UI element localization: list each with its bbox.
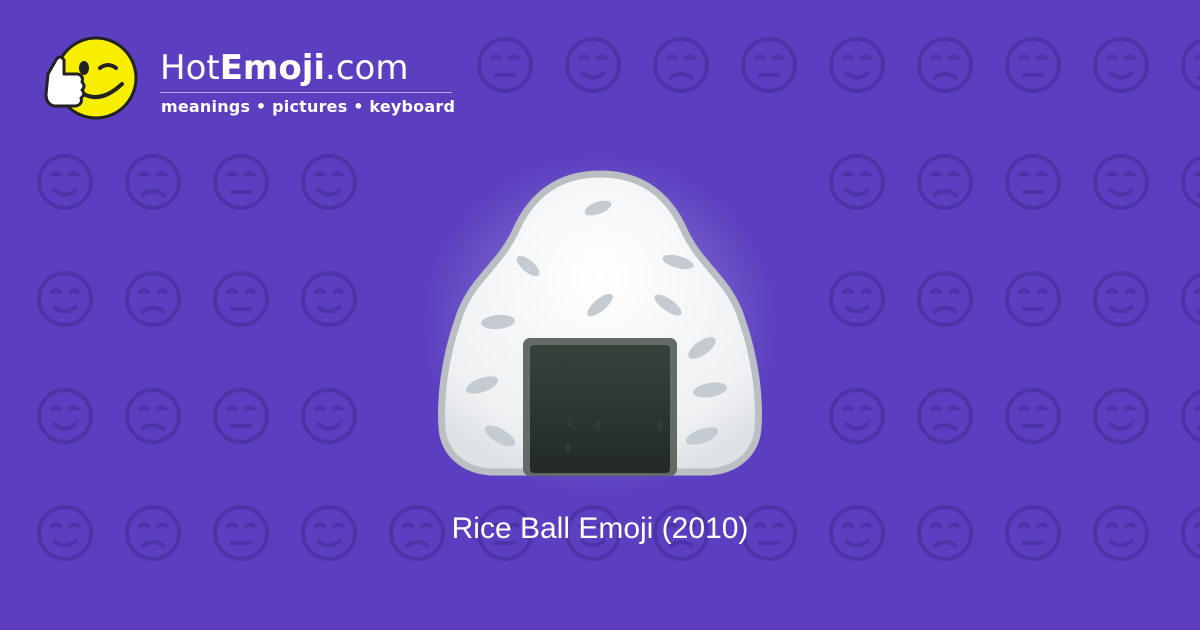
brand-name-part2: Emoji xyxy=(219,48,326,88)
pattern-emoji-outline xyxy=(741,37,797,93)
pattern-emoji-outline xyxy=(1005,37,1061,93)
pattern-emoji-outline xyxy=(1093,388,1149,444)
pattern-emoji-outline xyxy=(1005,154,1061,210)
pattern-emoji-outline xyxy=(1093,37,1149,93)
pattern-emoji-outline xyxy=(917,271,973,327)
pattern-emoji-outline xyxy=(301,388,357,444)
pattern-emoji-outline xyxy=(917,154,973,210)
pattern-emoji-outline xyxy=(213,388,269,444)
brand-name-part1: Hot xyxy=(160,48,220,88)
pattern-emoji-outline xyxy=(37,388,93,444)
pattern-emoji-outline xyxy=(829,154,885,210)
brand-divider xyxy=(160,92,452,93)
pattern-emoji-outline xyxy=(653,37,709,93)
emoji-caption: Rice Ball Emoji (2010) xyxy=(451,512,749,545)
pattern-emoji-outline xyxy=(301,271,357,327)
site-logo[interactable]: HotEmoji.com meanings • pictures • keybo… xyxy=(38,34,468,134)
pattern-emoji-outline xyxy=(125,271,181,327)
brand-tagline: meanings • pictures • keyboard xyxy=(161,97,456,116)
pattern-emoji-outline xyxy=(917,388,973,444)
pattern-emoji-outline xyxy=(1181,389,1200,443)
pattern-emoji-outline xyxy=(1181,38,1200,92)
pattern-emoji-outline xyxy=(1005,271,1061,327)
pattern-emoji-outline xyxy=(829,37,885,93)
pattern-emoji-outline xyxy=(1181,155,1200,209)
pattern-emoji-outline xyxy=(301,154,357,210)
rice-ball-icon xyxy=(422,155,778,495)
pattern-emoji-outline xyxy=(37,154,93,210)
pattern-emoji-outline xyxy=(125,388,181,444)
brand-name-part3: .com xyxy=(325,48,409,88)
brand-name: HotEmoji.com xyxy=(160,48,408,88)
winking-thumbs-up-smiley-icon xyxy=(44,36,138,120)
pattern-emoji-outline xyxy=(565,37,621,93)
pattern-emoji-outline xyxy=(917,37,973,93)
pattern-emoji-outline xyxy=(1093,154,1149,210)
pattern-emoji-outline xyxy=(1093,271,1149,327)
pattern-emoji-outline xyxy=(37,271,93,327)
pattern-emoji-outline xyxy=(125,154,181,210)
pattern-emoji-outline xyxy=(1005,388,1061,444)
pattern-emoji-outline xyxy=(477,37,533,93)
pattern-emoji-outline xyxy=(829,388,885,444)
pattern-emoji-outline xyxy=(829,271,885,327)
pattern-emoji-outline xyxy=(213,271,269,327)
pattern-emoji-outline xyxy=(1181,272,1200,326)
pattern-emoji-outline xyxy=(213,154,269,210)
